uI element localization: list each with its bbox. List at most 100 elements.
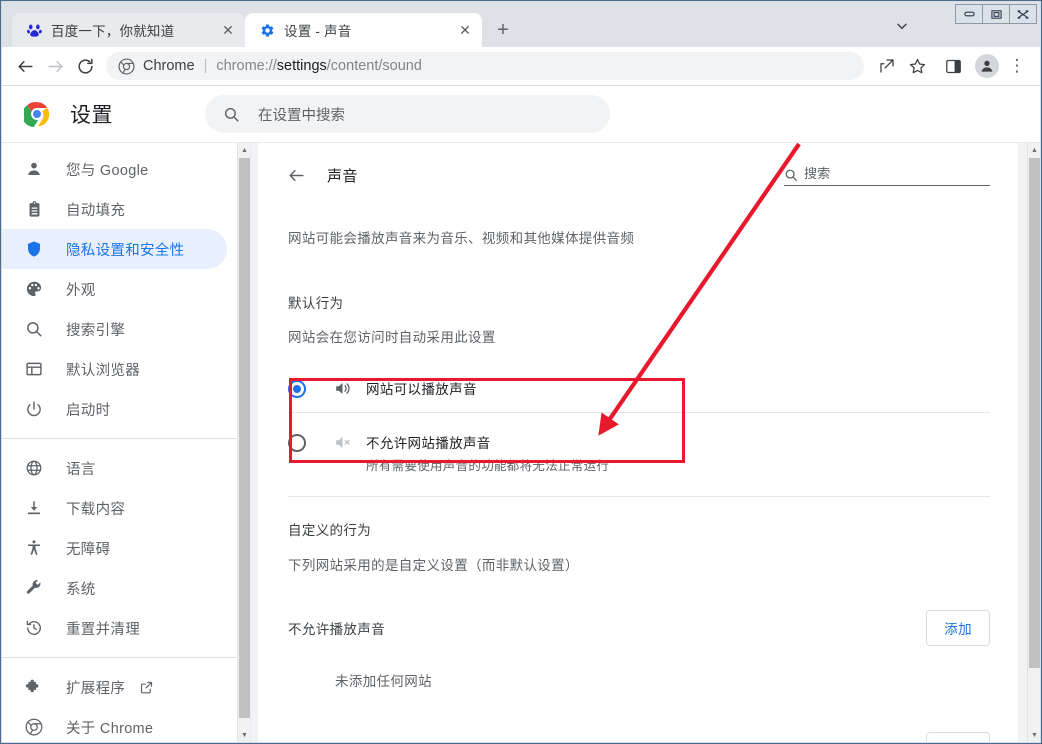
sidebar-item-label: 默认浏览器: [66, 362, 140, 379]
share-icon[interactable]: [872, 51, 902, 81]
avatar[interactable]: [972, 51, 1002, 81]
settings-content: 声音 搜索 网站可能会播放声音来为音乐、视频和其他媒体提供音频 默认行为 网站会…: [251, 143, 1040, 742]
add-button[interactable]: 添加: [926, 732, 990, 742]
sidebar-scrollbar[interactable]: ▲ ▼: [237, 143, 250, 742]
radio-button[interactable]: [288, 380, 306, 398]
back-icon[interactable]: [10, 51, 40, 81]
sidebar-item-extensions[interactable]: 扩展程序: [2, 667, 227, 707]
volume-off-icon: [332, 432, 352, 452]
add-button[interactable]: 添加: [926, 610, 990, 646]
radio-option-block-sound[interactable]: 不允许网站播放声音 所有需要使用声音的功能都将无法正常运行: [288, 413, 990, 496]
radio-button[interactable]: [288, 434, 306, 452]
sound-description: 网站可能会播放声音来为音乐、视频和其他媒体提供音频: [288, 231, 635, 246]
subpage-header: 声音 搜索: [258, 143, 1018, 187]
volume-on-icon: [332, 378, 352, 398]
custom-behavior-description: 下列网站采用的是自定义设置（而非默认设置）: [288, 558, 579, 573]
divider: [288, 496, 990, 497]
custom-behavior-label: 自定义的行为: [288, 523, 372, 538]
settings-body: 您与 Google 自动填充 隐私设置和安全性 外观 搜索引擎 默认浏览器 启动…: [2, 142, 1040, 742]
minimize-button[interactable]: [955, 4, 983, 24]
menu-icon[interactable]: ⋮: [1002, 51, 1032, 81]
scroll-down-arrow[interactable]: ▼: [1028, 728, 1040, 742]
chrome-icon: [118, 57, 135, 75]
content-scrollbar[interactable]: ▲ ▼: [1027, 143, 1040, 742]
star-icon[interactable]: [902, 51, 932, 81]
new-tab-button[interactable]: +: [488, 15, 518, 45]
page-title: 设置: [70, 104, 113, 127]
sound-settings-body: 网站可能会播放声音来为音乐、视频和其他媒体提供音频 默认行为 网站会在您访问时自…: [258, 229, 1018, 742]
shield-icon: [24, 239, 44, 259]
scroll-up-arrow[interactable]: ▲: [1028, 143, 1040, 157]
sidebar-item-autofill[interactable]: 自动填充: [2, 189, 227, 229]
radio-option-label: 网站可以播放声音: [366, 382, 477, 397]
maximize-button[interactable]: [982, 4, 1010, 24]
chevron-down-icon[interactable]: [889, 13, 915, 39]
site-group-label: 允许播放声音: [288, 740, 371, 742]
scrollbar-thumb[interactable]: [239, 158, 250, 718]
gear-icon: [259, 22, 275, 38]
site-group-label: 不允许播放声音: [288, 622, 385, 637]
radio-option-text: 网站可以播放声音: [366, 378, 477, 398]
address-bar[interactable]: Chrome | chrome://settings/content/sound: [106, 52, 864, 80]
sound-settings-card: 声音 搜索 网站可能会播放声音来为音乐、视频和其他媒体提供音频 默认行为 网站会…: [257, 143, 1019, 742]
sidebar-item-label: 语言: [66, 461, 96, 478]
sidebar-item-default-browser[interactable]: 默认浏览器: [2, 349, 227, 389]
sidebar-item-languages[interactable]: 语言: [2, 448, 227, 488]
globe-icon: [24, 458, 44, 478]
tab-close-button[interactable]: ✕: [456, 21, 474, 39]
tab-title: 设置 - 声音: [284, 24, 352, 39]
power-icon: [24, 399, 44, 419]
sidebar-item-privacy-and-security[interactable]: 隐私设置和安全性: [2, 229, 227, 269]
tab-settings-sound[interactable]: 设置 - 声音 ✕: [245, 13, 482, 47]
reload-icon[interactable]: [70, 51, 100, 81]
omnibox-separator: |: [203, 58, 208, 74]
download-icon: [24, 498, 44, 518]
sidebar-item-label: 关于 Chrome: [66, 720, 154, 737]
sidebar-item-search-engine[interactable]: 搜索引擎: [2, 309, 227, 349]
site-group-allow-header: 允许播放声音 添加: [288, 727, 990, 742]
site-search-placeholder: 搜索: [804, 166, 831, 181]
side-panel-icon[interactable]: [938, 51, 968, 81]
sidebar-item-on-startup[interactable]: 启动时: [2, 389, 227, 429]
url-path: /content/sound: [326, 58, 422, 74]
scroll-up-arrow[interactable]: ▲: [238, 143, 251, 157]
settings-search-input[interactable]: 在设置中搜索: [205, 95, 610, 133]
sidebar-item-label: 下载内容: [66, 501, 126, 518]
sidebar-item-reset-and-cleanup[interactable]: 重置并清理: [2, 608, 227, 648]
omnibox-url: chrome://settings/content/sound: [216, 58, 422, 74]
sidebar-item-label: 重置并清理: [66, 621, 140, 638]
tab-baidu[interactable]: 百度一下，你就知道 ✕: [12, 13, 245, 47]
scroll-down-arrow[interactable]: ▼: [238, 728, 251, 742]
sidebar-item-label: 扩展程序: [66, 680, 126, 697]
sidebar-item-you-and-google[interactable]: 您与 Google: [2, 149, 227, 189]
subpage-title: 声音: [327, 168, 358, 185]
toolbar-actions: ⋮: [872, 51, 1032, 81]
sidebar-item-label: 您与 Google: [66, 162, 149, 179]
sidebar-item-system[interactable]: 系统: [2, 568, 227, 608]
site-search-input[interactable]: 搜索: [784, 163, 990, 186]
settings-header: 设置 在设置中搜索: [2, 86, 1040, 142]
forward-icon[interactable]: [40, 51, 70, 81]
radio-option-allow-sound[interactable]: 网站可以播放声音: [288, 364, 990, 412]
settings-page: 设置 在设置中搜索 您与 Google 自动填充 隐私设置和安全性 外观 搜索引…: [2, 86, 1040, 742]
sidebar-item-label: 启动时: [66, 402, 111, 419]
search-icon: [223, 106, 240, 123]
sidebar-item-about-chrome[interactable]: 关于 Chrome: [2, 707, 227, 742]
sidebar-item-downloads[interactable]: 下载内容: [2, 488, 227, 528]
window-controls: [955, 4, 1037, 24]
back-arrow-icon[interactable]: [284, 163, 308, 187]
sidebar-item-appearance[interactable]: 外观: [2, 269, 227, 309]
scrollbar-thumb[interactable]: [1029, 158, 1040, 668]
close-button[interactable]: [1009, 4, 1037, 24]
wrench-icon: [24, 578, 44, 598]
sidebar-item-label: 系统: [66, 581, 96, 598]
tab-strip: 百度一下，你就知道 ✕ 设置 - 声音 ✕ +: [2, 2, 1040, 47]
sidebar-item-accessibility[interactable]: 无障碍: [2, 528, 227, 568]
accessibility-icon: [24, 538, 44, 558]
sidebar-divider: [2, 657, 237, 658]
browser-window: 百度一下，你就知道 ✕ 设置 - 声音 ✕ + Chrome | chrome:…: [0, 0, 1042, 744]
external-link-icon: [139, 680, 154, 695]
url-prefix: chrome://: [216, 58, 277, 74]
tab-close-button[interactable]: ✕: [219, 21, 237, 39]
clipboard-icon: [24, 199, 44, 219]
